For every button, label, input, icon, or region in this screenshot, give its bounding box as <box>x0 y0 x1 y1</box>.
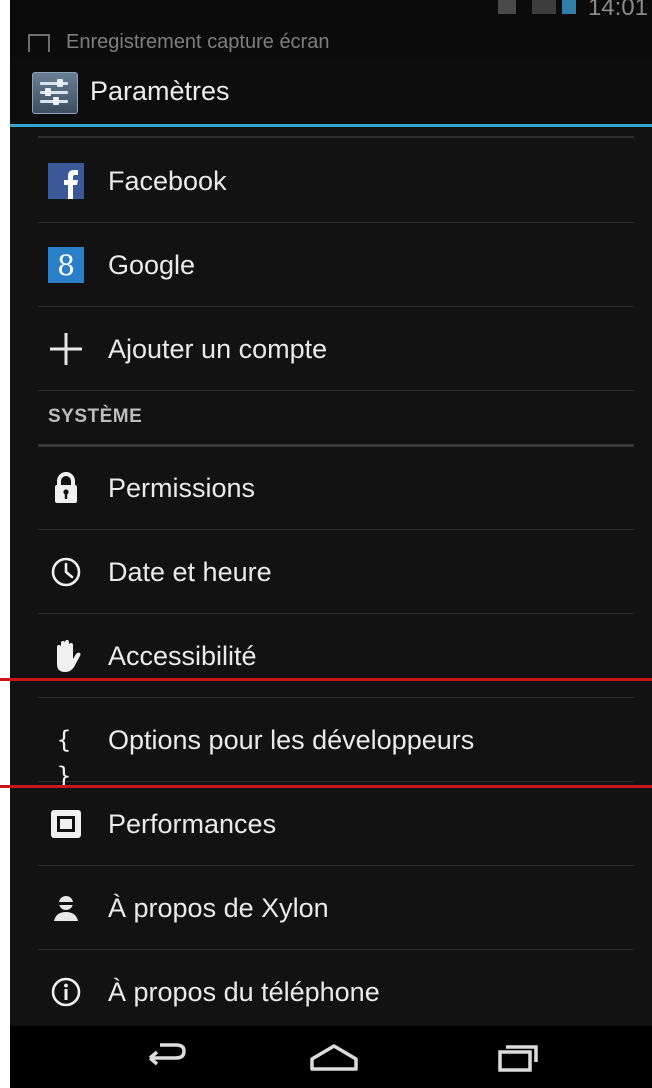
svg-text:8: 8 <box>57 249 75 282</box>
system-item-about-xylon[interactable]: À propos de Xylon <box>38 867 634 950</box>
notification-checkbox-icon <box>28 34 50 52</box>
signal-icon <box>532 0 556 14</box>
home-icon[interactable] <box>304 1038 364 1076</box>
facebook-icon <box>48 163 84 199</box>
google-icon: 8 <box>48 247 84 283</box>
system-item-label: À propos du téléphone <box>108 977 380 1007</box>
add-account-item[interactable]: Ajouter un compte <box>38 308 634 391</box>
system-item-permissions[interactable]: Permissions <box>38 447 634 530</box>
system-item-label: Permissions <box>108 473 256 503</box>
battery-icon <box>562 0 576 14</box>
highlight-line-bottom <box>0 785 652 788</box>
section-header-system: SYSTÈME <box>38 398 634 447</box>
settings-sliders-icon[interactable] <box>32 72 78 114</box>
navigation-bar <box>10 1026 652 1088</box>
system-item-label: Options pour les développeurs <box>108 725 475 755</box>
notification-shade-strip: Enregistrement capture écran 14:01 <box>10 0 652 60</box>
system-item-label: À propos de Xylon <box>108 893 329 923</box>
lock-icon <box>55 472 77 503</box>
performance-chip-icon <box>51 810 81 838</box>
clock-icon <box>51 557 81 587</box>
highlight-line-top <box>0 678 652 681</box>
phone-screen: Enregistrement capture écran 14:01 Param… <box>10 0 652 1088</box>
system-item-performances[interactable]: Performances <box>38 783 634 866</box>
system-item-developer-options[interactable]: { } Options pour les développeurs <box>38 699 634 790</box>
action-bar: Paramètres <box>10 60 652 127</box>
system-item-label: Accessibilité <box>108 641 257 671</box>
section-header-label: SYSTÈME <box>48 406 143 427</box>
recents-icon[interactable] <box>488 1038 548 1076</box>
notification-text: Enregistrement capture écran <box>66 31 330 53</box>
plus-icon <box>50 333 82 365</box>
account-label: Facebook <box>108 166 227 196</box>
system-item-label: Performances <box>108 809 277 839</box>
back-icon[interactable] <box>136 1038 196 1076</box>
system-item-accessibility[interactable]: Accessibilité <box>38 615 634 698</box>
account-item-google[interactable]: 8 Google <box>38 224 634 307</box>
system-item-label: Date et heure <box>108 557 272 587</box>
person-icon <box>54 896 78 921</box>
system-item-date-time[interactable]: Date et heure <box>38 531 634 614</box>
info-icon <box>51 977 81 1007</box>
account-item-facebook[interactable]: Facebook <box>38 140 634 223</box>
page-title: Paramètres <box>90 76 230 106</box>
system-item-about-phone[interactable]: À propos du téléphone <box>38 951 634 1033</box>
account-label: Ajouter un compte <box>108 334 328 364</box>
status-clock: 14:01 <box>587 0 648 21</box>
list-divider <box>38 136 634 138</box>
braces-icon: { } <box>56 726 72 790</box>
hand-icon <box>57 640 81 672</box>
account-label: Google <box>108 250 196 280</box>
sync-icon <box>498 0 516 14</box>
